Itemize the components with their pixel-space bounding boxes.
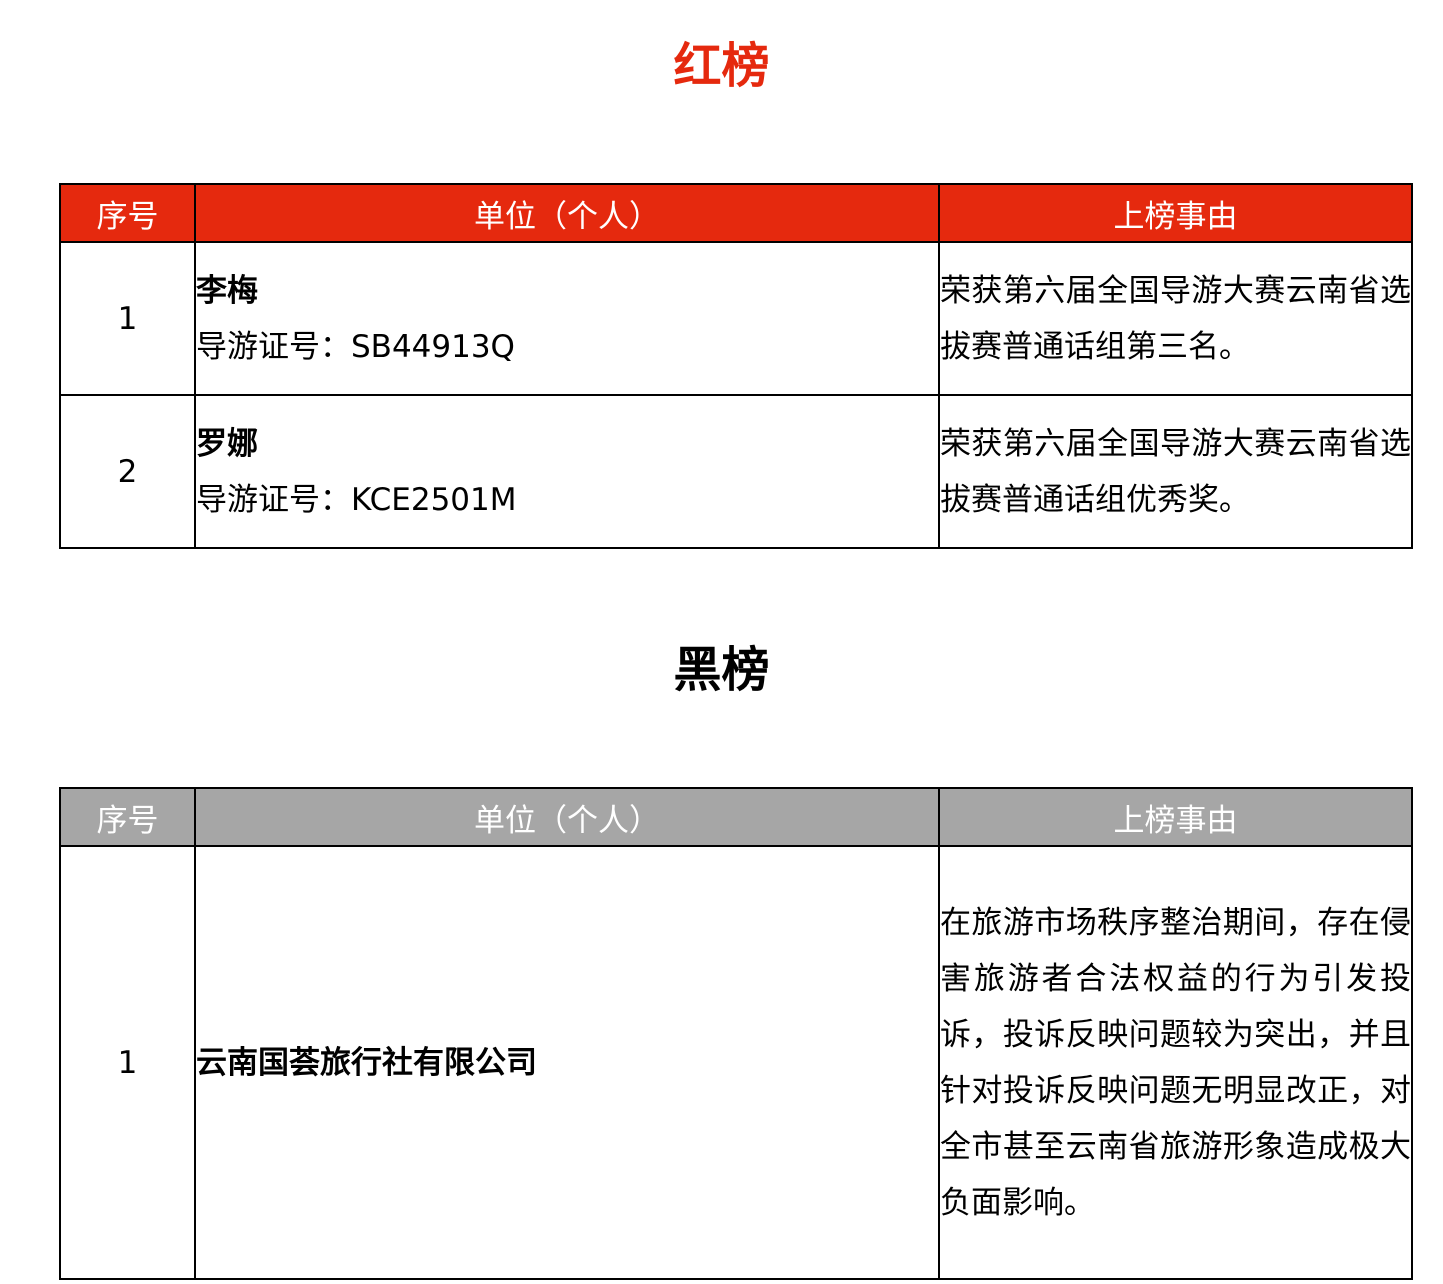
header-index: 序号 <box>59 787 196 847</box>
header-index: 序号 <box>59 183 196 243</box>
table-header-row: 序号 单位（个人） 上榜事由 <box>59 183 1413 243</box>
row-reason: 在旅游市场秩序整治期间，存在侵害旅游者合法权益的行为引发投诉，投诉反映问题较为突… <box>938 845 1413 1280</box>
black-list-title: 黑榜 <box>673 642 770 698</box>
company-name: 云南国荟旅行社有限公司 <box>194 845 940 1280</box>
table-header-row: 序号 单位（个人） 上榜事由 <box>59 787 1413 847</box>
row-unit: 李梅 导游证号：SB44913Q <box>194 241 940 396</box>
table-row: 1 李梅 导游证号：SB44913Q 荣获第六届全国导游大赛云南省选拔赛普通话组… <box>59 241 1413 396</box>
table-row: 1 云南国荟旅行社有限公司 在旅游市场秩序整治期间，存在侵害旅游者合法权益的行为… <box>59 845 1413 1280</box>
black-list-table: 序号 单位（个人） 上榜事由 1 云南国荟旅行社有限公司 在旅游市场秩序整治期间… <box>59 787 1413 1280</box>
row-reason: 荣获第六届全国导游大赛云南省选拔赛普通话组优秀奖。 <box>938 394 1413 549</box>
guide-license: 导游证号：KCE2501M <box>196 481 517 518</box>
row-reason: 荣获第六届全国导游大赛云南省选拔赛普通话组第三名。 <box>938 241 1413 396</box>
row-index: 2 <box>59 394 196 549</box>
red-list-title: 红榜 <box>673 38 770 94</box>
header-reason: 上榜事由 <box>938 183 1413 243</box>
person-name: 李梅 <box>196 272 258 309</box>
red-list-table: 序号 单位（个人） 上榜事由 1 李梅 导游证号：SB44913Q 荣获第六届全… <box>59 183 1413 549</box>
header-unit: 单位（个人） <box>194 183 940 243</box>
person-name: 罗娜 <box>196 425 258 462</box>
header-unit: 单位（个人） <box>194 787 940 847</box>
row-index: 1 <box>59 845 196 1280</box>
row-index: 1 <box>59 241 196 396</box>
guide-license: 导游证号：SB44913Q <box>196 328 515 365</box>
header-reason: 上榜事由 <box>938 787 1413 847</box>
table-row: 2 罗娜 导游证号：KCE2501M 荣获第六届全国导游大赛云南省选拔赛普通话组… <box>59 394 1413 549</box>
row-unit: 罗娜 导游证号：KCE2501M <box>194 394 940 549</box>
